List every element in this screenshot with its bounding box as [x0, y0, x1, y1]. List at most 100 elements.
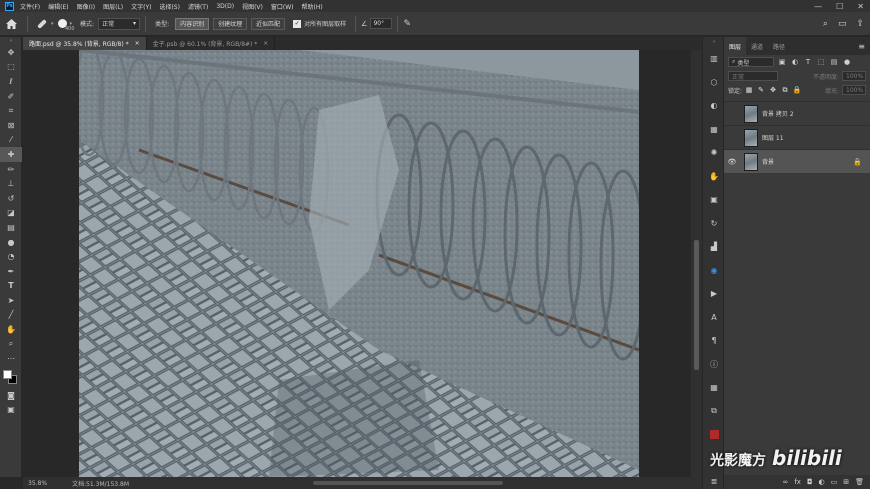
history-brush-tool-icon[interactable]: ↺ [0, 191, 22, 206]
canvas-area[interactable] [23, 50, 691, 477]
frame-tool-icon[interactable]: ⊠ [0, 118, 22, 133]
panel-menu-icon[interactable]: ≡ [858, 42, 865, 51]
tool-presets-icon[interactable] [703, 423, 725, 447]
zoom-tool-icon[interactable]: ⌕ [0, 337, 22, 352]
pressure-size-icon[interactable]: ✎ [403, 19, 411, 29]
filter-toggle-icon[interactable]: ● [842, 57, 852, 67]
hand-panel-icon[interactable]: ✋ [703, 165, 725, 189]
navigator-icon[interactable]: ▣ [703, 188, 725, 212]
menu-layer[interactable]: 图层(L) [103, 2, 123, 11]
grid-icon[interactable]: ▦ [703, 376, 725, 400]
paragraph-icon[interactable]: ¶ [703, 329, 725, 353]
vertical-scrollbar[interactable] [691, 50, 702, 477]
add-mask-icon[interactable]: ◘ [807, 478, 813, 486]
group-icon[interactable]: ▭ [831, 478, 838, 486]
pen-tool-icon[interactable]: ✒ [0, 264, 22, 279]
layer-name[interactable]: 背景 拷贝 2 [762, 109, 794, 118]
layer-filter-select[interactable]: ⌕ 类型 [728, 57, 774, 67]
mode-select[interactable]: 正常 ▾ [98, 17, 141, 30]
maximize-button[interactable]: ☐ [836, 2, 843, 11]
menu-image[interactable]: 图像(I) [77, 2, 95, 11]
swatches-icon[interactable]: ▦ [703, 118, 725, 142]
quick-mask-icon[interactable]: ◙ [0, 388, 22, 403]
marquee-tool-icon[interactable]: ⬚ [0, 60, 22, 75]
tab-document-1[interactable]: 路面.psd @ 35.8% (背景, RGB/8) * × [23, 37, 147, 50]
history-icon[interactable]: ↻ [703, 212, 725, 236]
tab-layers[interactable]: 图层 [724, 37, 747, 55]
scrollbar-thumb[interactable] [694, 240, 699, 370]
menu-filter[interactable]: 滤镜(T) [188, 2, 208, 11]
menu-help[interactable]: 帮助(H) [302, 2, 323, 11]
brush-tool-icon[interactable]: ✏ [0, 162, 22, 177]
type-tool-icon[interactable]: T [0, 279, 22, 294]
more-tools-icon[interactable]: ⋯ [0, 351, 22, 366]
close-window-button[interactable]: ✕ [857, 2, 864, 11]
share-icon[interactable]: ⇪ [856, 19, 864, 29]
document-size[interactable]: 文档:51.3M/153.8M [72, 479, 129, 488]
zoom-level[interactable]: 35.8% [28, 480, 47, 487]
quick-select-tool-icon[interactable]: ✐ [0, 89, 22, 104]
spot-healing-brush-tool-preset[interactable] [33, 19, 51, 29]
lock-paint-icon[interactable]: ✎ [756, 85, 766, 95]
gradient-tool-icon[interactable]: ▤ [0, 220, 22, 235]
tab-document-2[interactable]: 金子.psb @ 60.1% (背景, RGB/8#) * × [147, 37, 276, 50]
menu-view[interactable]: 视图(V) [242, 2, 263, 11]
menu-3d[interactable]: 3D(D) [216, 3, 234, 10]
layer-row[interactable]: 图层 11 [724, 125, 870, 149]
spot-healing-brush-tool-icon[interactable]: ✚ [0, 147, 22, 162]
lasso-tool-icon[interactable]: ℓ [0, 74, 22, 89]
menu-type[interactable]: 文字(Y) [131, 2, 151, 11]
minimize-button[interactable]: — [814, 2, 822, 11]
line-tool-icon[interactable]: ╱ [0, 308, 22, 323]
lock-all-icon[interactable]: 🔒 [792, 85, 802, 95]
move-tool-icon[interactable]: ✥ [0, 45, 22, 60]
lock-position-icon[interactable]: ✥ [768, 85, 778, 95]
angle-input[interactable]: 90° [370, 18, 393, 29]
menu-edit[interactable]: 编辑(E) [48, 2, 68, 11]
color-swatches[interactable] [0, 366, 22, 388]
close-icon[interactable]: × [135, 40, 140, 47]
path-select-tool-icon[interactable]: ➤ [0, 293, 22, 308]
smart-object-filter-icon[interactable]: ▤ [829, 57, 839, 67]
panel-collapse-icon[interactable]: « [703, 37, 725, 47]
adjustment-filter-icon[interactable]: ◐ [790, 57, 800, 67]
menu-window[interactable]: 窗口(W) [271, 2, 294, 11]
histogram-icon[interactable]: ▟ [703, 235, 725, 259]
brush-settings-icon[interactable]: ⧉ [703, 400, 725, 424]
toolbar-collapse-icon[interactable]: » [0, 37, 22, 45]
dropdown-arrow-icon[interactable]: ▾ [51, 21, 54, 27]
tab-channels[interactable]: 通道 [746, 37, 768, 55]
blend-mode-select[interactable]: 正常 [728, 71, 778, 81]
screen-mode-icon[interactable]: ▣ [0, 403, 22, 418]
link-layers-icon[interactable]: ∞ [783, 478, 789, 486]
content-aware-button[interactable]: 内容识别 [175, 17, 210, 30]
eyedropper-tool-icon[interactable]: ⁄ [0, 133, 22, 148]
layer-row[interactable]: 背景 拷贝 2 [724, 101, 870, 125]
crop-tool-icon[interactable]: ⌗ [0, 103, 22, 118]
color-wheel-icon[interactable]: ◉ [703, 259, 725, 283]
adjustments-icon[interactable]: ◐ [703, 94, 725, 118]
actions-icon[interactable]: ▶ [703, 282, 725, 306]
channels-mini-icon[interactable]: ≣ [703, 470, 725, 489]
close-icon[interactable]: × [263, 40, 268, 47]
create-texture-button[interactable]: 创建纹理 [213, 17, 248, 30]
patterns-icon[interactable]: ✺ [703, 141, 725, 165]
layer-row[interactable]: 👁 背景 🔒 [724, 149, 870, 173]
lock-artboard-icon[interactable]: ⧉ [780, 85, 790, 95]
adjustment-layer-icon[interactable]: ◐ [819, 478, 825, 486]
type-filter-icon[interactable]: T [803, 57, 813, 67]
layer-name[interactable]: 图层 11 [762, 133, 784, 142]
shape-filter-icon[interactable]: ⬚ [816, 57, 826, 67]
search-icon[interactable]: ⌕ [823, 19, 828, 29]
dodge-tool-icon[interactable]: ◔ [0, 249, 22, 264]
tab-paths[interactable]: 路径 [768, 37, 790, 55]
lock-transparent-icon[interactable]: ▦ [744, 85, 754, 95]
delete-layer-icon[interactable]: 🗑 [855, 478, 864, 486]
sample-all-layers-checkbox[interactable]: ✓ [293, 19, 302, 28]
horizontal-scrollbar[interactable] [313, 481, 503, 485]
pixel-filter-icon[interactable]: ▣ [777, 57, 787, 67]
home-button[interactable] [0, 13, 22, 35]
hand-tool-icon[interactable]: ✋ [0, 322, 22, 337]
info-icon[interactable]: ⓘ [703, 353, 725, 377]
3d-icon[interactable]: ⬡ [703, 71, 725, 95]
